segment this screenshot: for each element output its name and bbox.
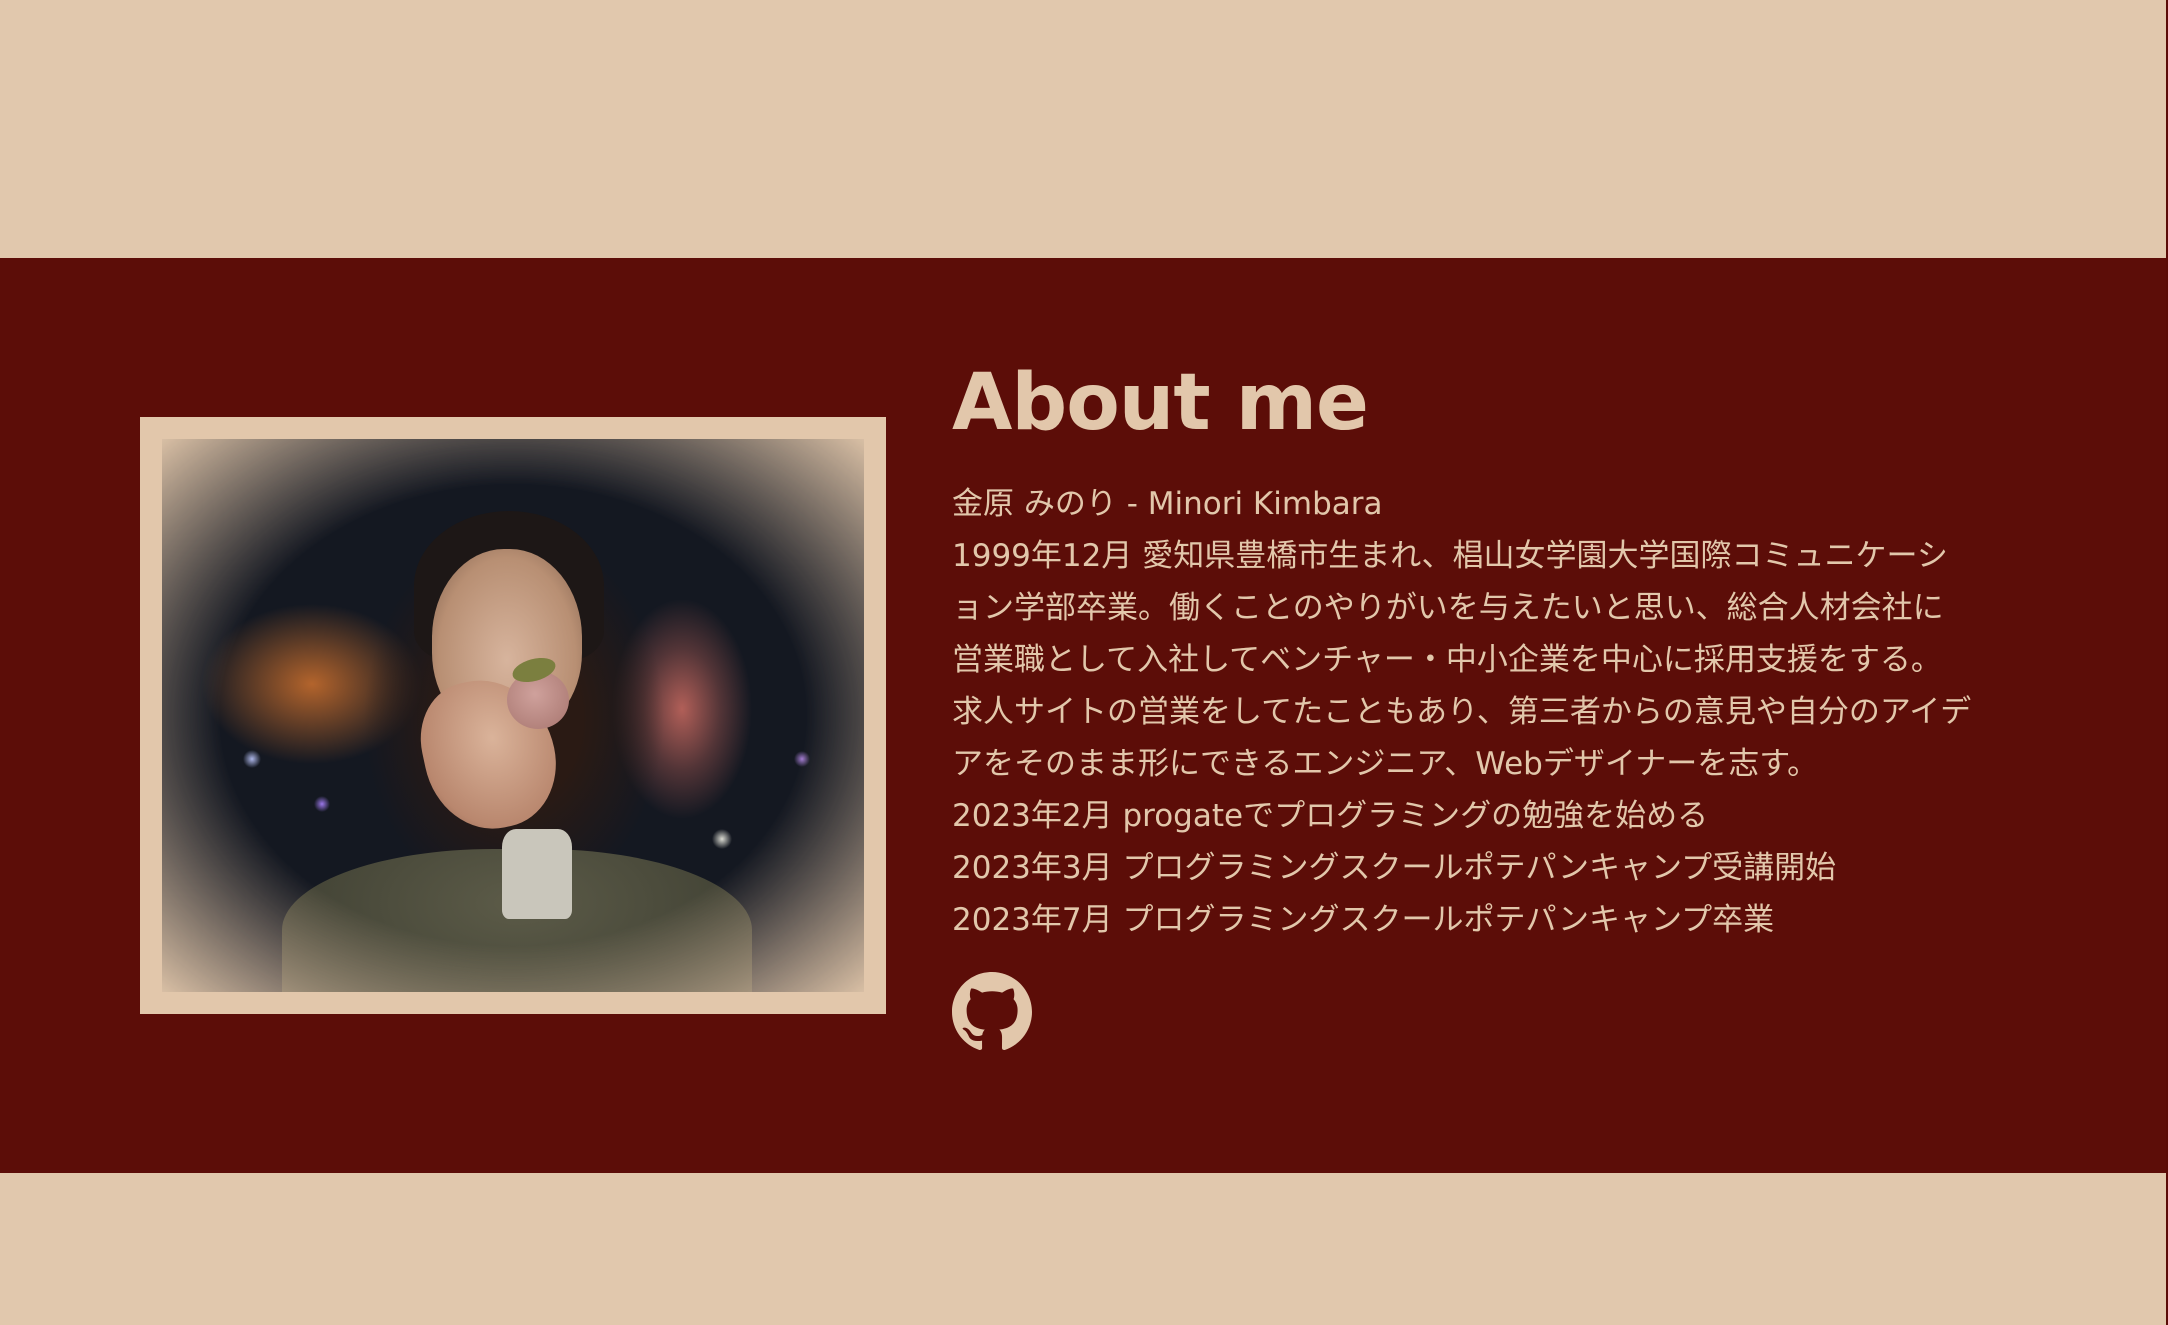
timeline-line: 2023年3月 プログラミングスクールポテパンキャンプ受講開始 bbox=[952, 850, 1837, 886]
bio-line: ョン学部卒業。働くことのやりがいを与えたいと思い、総合人材会社に bbox=[952, 590, 1944, 626]
bio-line: 1999年12月 愛知県豊橋市生まれ、椙山女学園大学国際コミュニケーシ bbox=[952, 538, 1948, 574]
bio-line: 営業職として入社してベンチャー・中小企業を中心に採用支援をする。 bbox=[952, 642, 1942, 678]
about-title: About me bbox=[952, 358, 1369, 448]
about-text-block: About me 金原 みのり - Minori Kimbara 1999年12… bbox=[952, 358, 2052, 946]
photo-collar bbox=[502, 829, 572, 919]
timeline-line: 2023年7月 プログラミングスクールポテパンキャンプ卒業 bbox=[952, 902, 1775, 938]
profile-photo-frame bbox=[140, 417, 886, 1014]
bio-line: アをそのまま形にできるエンジニア、Webデザイナーを志す。 bbox=[952, 746, 1819, 782]
page: About me 金原 みのり - Minori Kimbara 1999年12… bbox=[0, 0, 2168, 1325]
profile-photo bbox=[162, 439, 864, 1014]
github-icon bbox=[952, 972, 1032, 1051]
github-link[interactable] bbox=[952, 972, 1032, 1052]
profile-name-line: 金原 みのり - Minori Kimbara bbox=[952, 486, 1383, 522]
about-body: 金原 みのり - Minori Kimbara 1999年12月 愛知県豊橋市生… bbox=[952, 478, 2052, 946]
timeline-line: 2023年2月 progateでプログラミングの勉強を始める bbox=[952, 798, 1709, 834]
bio-line: 求人サイトの営業をしてたこともあり、第三者からの意見や自分のアイデ bbox=[952, 694, 1972, 730]
